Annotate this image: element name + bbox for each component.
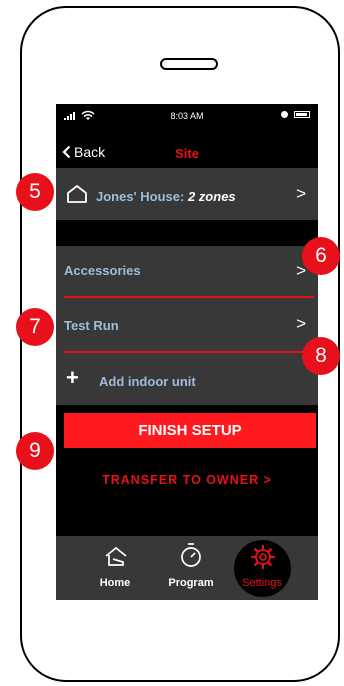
gear-icon [250, 544, 276, 570]
site-house-row[interactable]: Jones' House: 2 zones > [56, 168, 318, 220]
divider-red [64, 296, 314, 298]
house-icon [67, 185, 87, 203]
tab-home[interactable]: Home [80, 536, 150, 600]
tab-program[interactable]: Program [156, 536, 226, 600]
site-house-label: Jones' House: 2 zones [96, 189, 236, 204]
status-bar: 8:03 AM [56, 104, 318, 128]
stopwatch-icon [181, 543, 201, 567]
callout-badge: 8 [302, 337, 340, 375]
callout-badge: 7 [16, 308, 54, 346]
home-icon [105, 546, 127, 566]
tab-settings[interactable]: Settings [233, 536, 303, 600]
status-time: 8:03 AM [170, 111, 204, 121]
tab-program-label: Program [168, 577, 214, 589]
nav-bar: Back Site [56, 144, 318, 168]
app-screen: 8:03 AM Back Site Jones' House: 2 zones … [56, 104, 318, 600]
callout-badge: 9 [16, 432, 54, 470]
test-run-label: Test Run [64, 318, 119, 333]
zone-count: 2 zones [187, 189, 236, 204]
page-title: Site [175, 146, 199, 161]
site-options-list: Accessories > Test Run > + Add indoor un… [56, 246, 318, 405]
phone-speaker [160, 58, 218, 70]
tab-home-label: Home [99, 577, 131, 589]
plus-icon: + [66, 365, 79, 390]
add-indoor-unit-button[interactable]: + Add indoor unit [56, 352, 318, 405]
tab-settings-label: Settings [242, 577, 282, 589]
battery-icon [294, 111, 310, 118]
add-indoor-label: Add indoor unit [99, 374, 196, 389]
callout-badge: 6 [302, 237, 340, 275]
finish-setup-button[interactable]: FINISH SETUP [64, 413, 316, 448]
list-item-test-run[interactable]: Test Run > [56, 299, 318, 352]
site-row-chevron-icon: > [296, 184, 306, 203]
accessories-label: Accessories [64, 263, 141, 278]
house-name: Jones' House: [96, 189, 185, 204]
tab-bar: Home Program Settings [56, 536, 318, 600]
lock-dot-icon [281, 111, 288, 118]
list-item-accessories[interactable]: Accessories > [56, 246, 318, 299]
test-run-chevron-icon: > [296, 314, 306, 333]
transfer-to-owner-link[interactable]: TRANSFER TO OWNER > [56, 473, 318, 487]
callout-badge: 5 [16, 173, 54, 211]
